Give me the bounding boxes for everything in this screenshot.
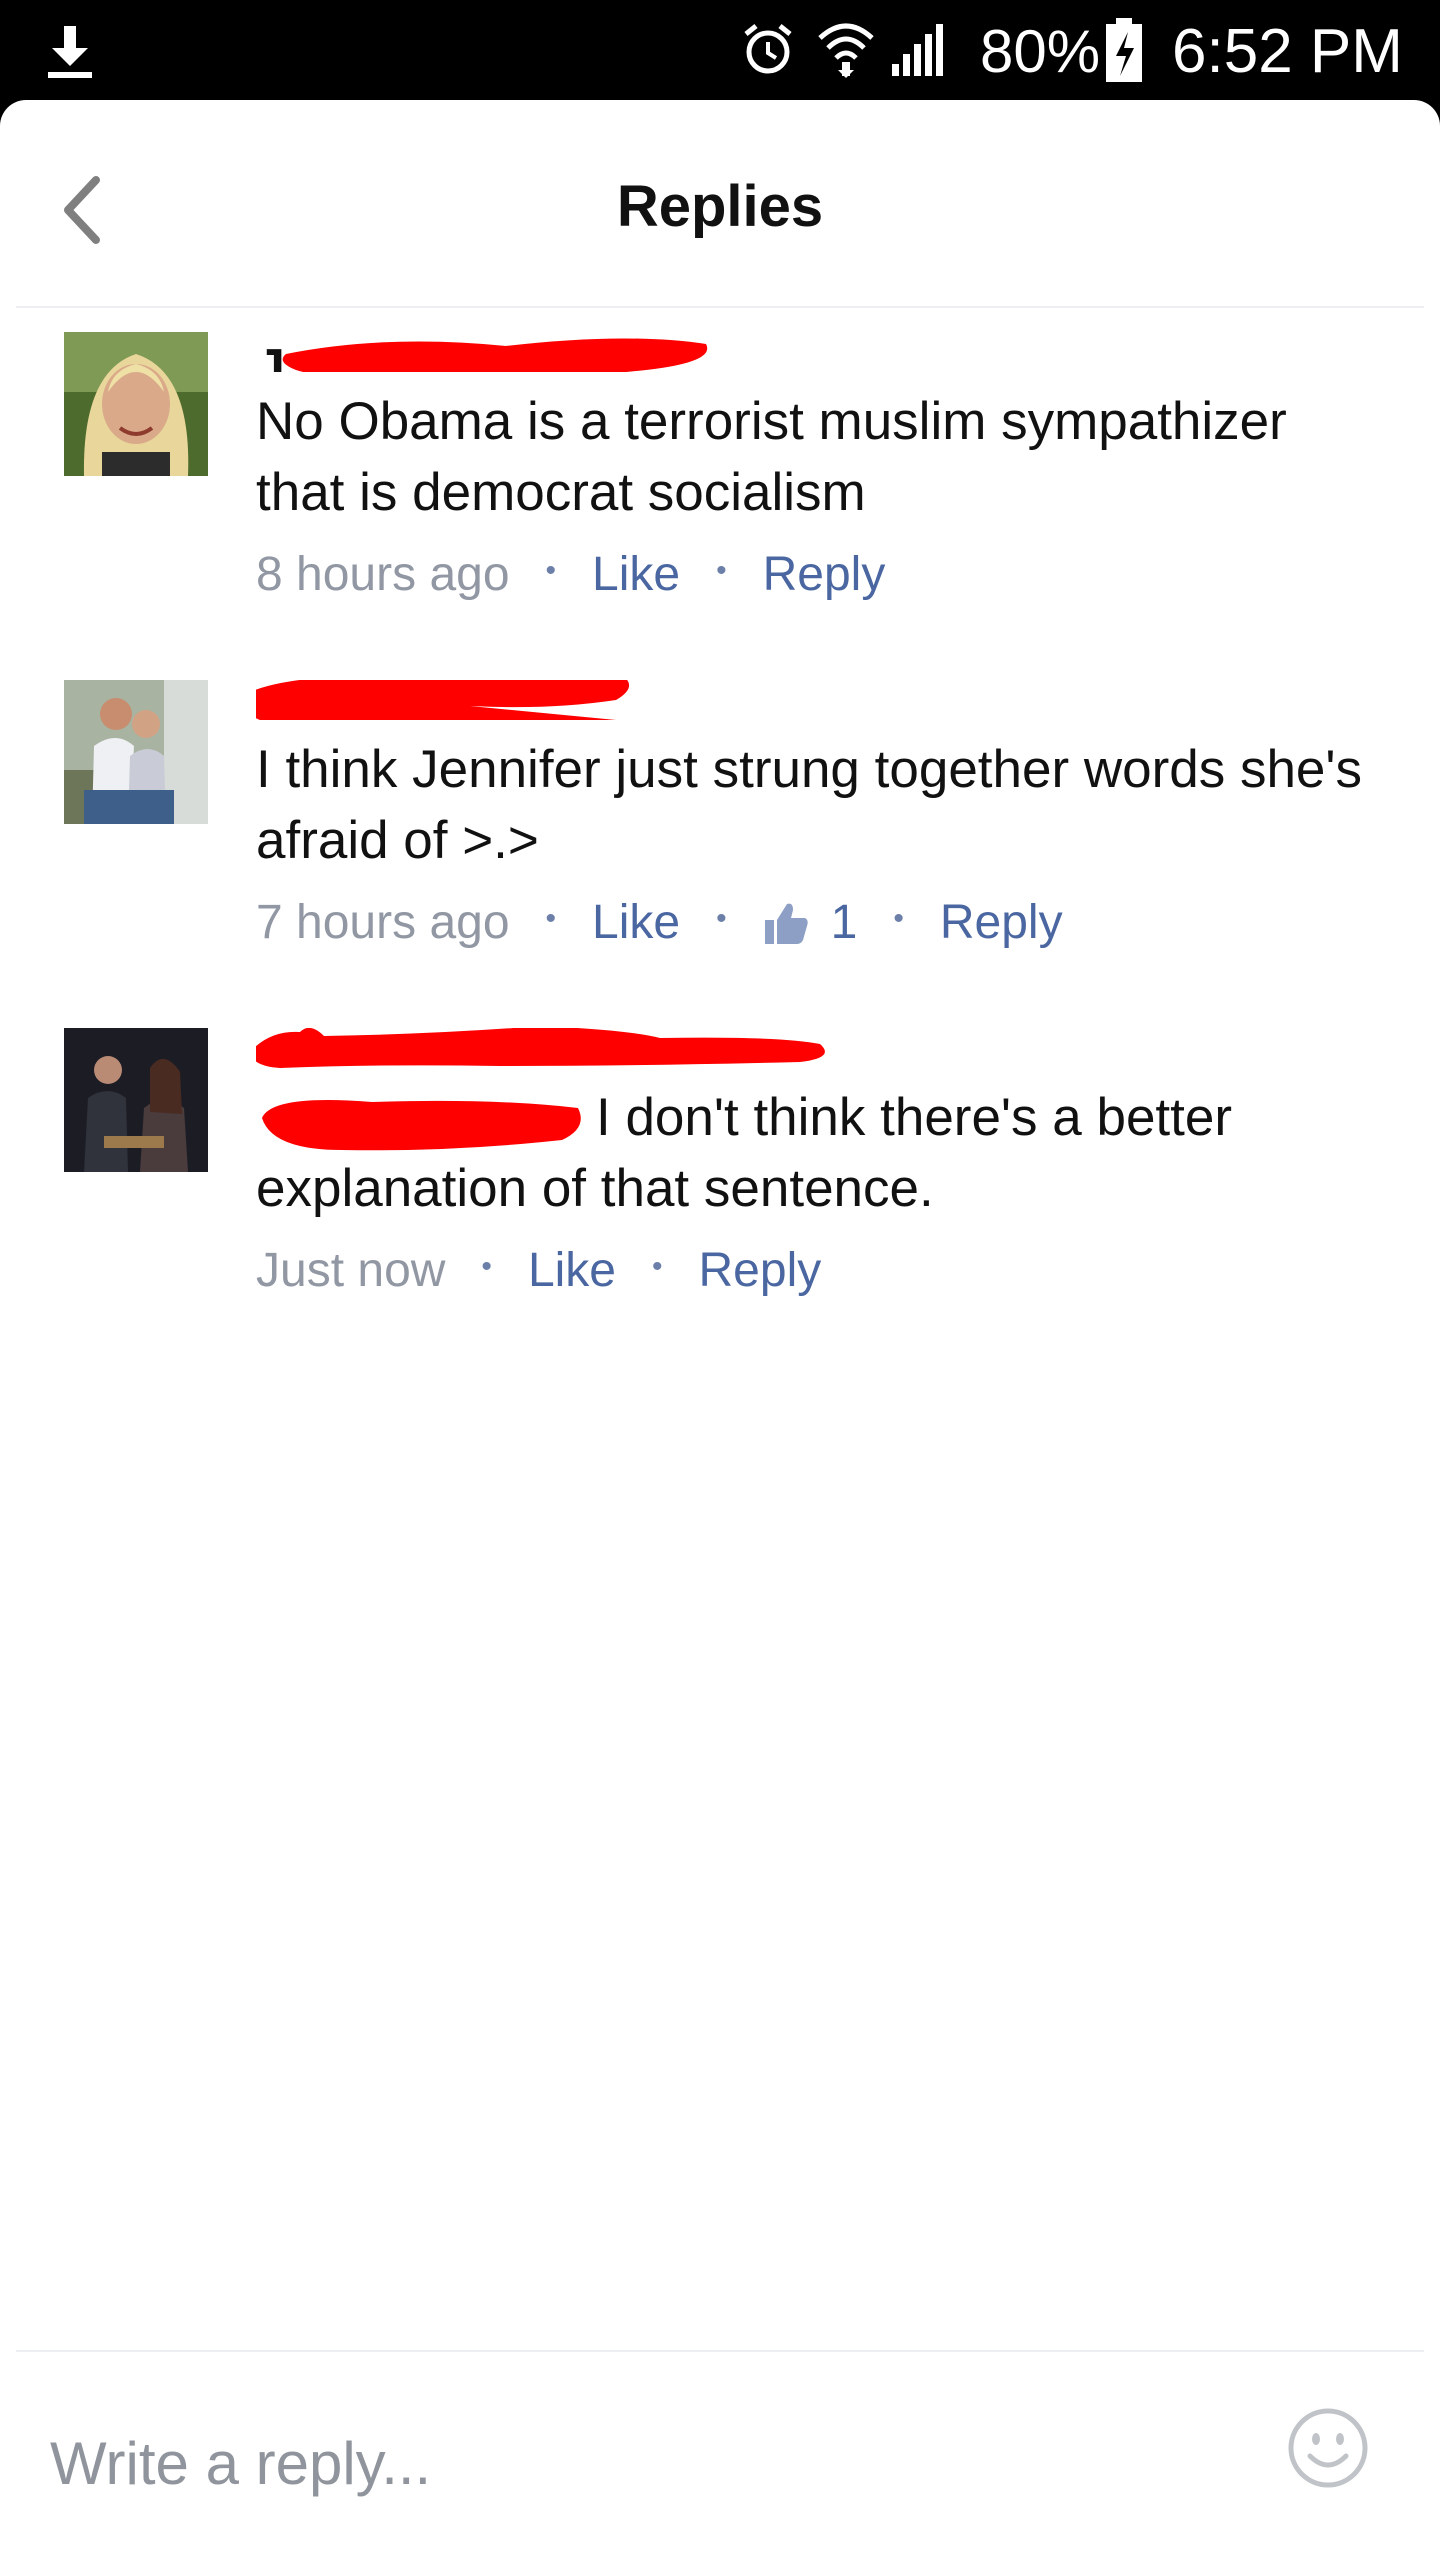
redaction-scribble bbox=[282, 338, 708, 372]
like-button[interactable]: Like bbox=[592, 540, 680, 610]
battery-percent: 80% bbox=[980, 18, 1101, 85]
comment-body: I think Jennifer just strung together wo… bbox=[256, 680, 1376, 958]
page-title: Replies bbox=[616, 174, 824, 239]
comment-text: I think Jennifer just strung together wo… bbox=[256, 740, 1363, 870]
header: Replies bbox=[0, 100, 1440, 308]
separator-dot: • bbox=[481, 1250, 492, 1283]
wifi-icon bbox=[818, 23, 874, 78]
comment-text: I don't think there's a better explanati… bbox=[256, 1082, 1376, 1224]
separator-dot: • bbox=[652, 1250, 663, 1283]
download-icon bbox=[48, 26, 92, 78]
like-button[interactable]: Like bbox=[592, 888, 680, 958]
separator-dot: • bbox=[545, 902, 557, 935]
comment-meta: 7 hours ago • Like • 1 • Reply bbox=[256, 888, 1376, 958]
author-name[interactable] bbox=[256, 680, 1376, 720]
alarm-icon bbox=[744, 24, 792, 74]
redaction-scribble bbox=[256, 1028, 825, 1068]
redaction-scribble bbox=[256, 680, 629, 720]
comment-text: No Obama is a terrorist muslim sympathiz… bbox=[256, 392, 1287, 522]
redaction-scribble bbox=[262, 1100, 581, 1151]
comment-timestamp: 8 hours ago bbox=[256, 548, 510, 601]
smiley-icon[interactable] bbox=[1286, 2406, 1370, 2490]
separator-dot: • bbox=[716, 554, 727, 587]
avatar[interactable] bbox=[64, 332, 208, 476]
comment-meta: Just now • Like • Reply bbox=[256, 1236, 1376, 1306]
separator-dot: • bbox=[893, 902, 904, 935]
reply-button[interactable]: Reply bbox=[763, 540, 886, 610]
separator-dot: • bbox=[716, 902, 727, 935]
comment-timestamp: Just now bbox=[256, 1244, 446, 1297]
like-count-value: 1 bbox=[830, 896, 858, 949]
like-button[interactable]: Like bbox=[528, 1236, 616, 1306]
avatar[interactable] bbox=[64, 1028, 208, 1172]
status-bar: 80% 6:52 PM bbox=[0, 0, 1440, 100]
replies-sheet: Replies J No Obama is a terrorist muslim… bbox=[0, 100, 1440, 2560]
author-name[interactable] bbox=[256, 1028, 1376, 1068]
reply-button[interactable]: Reply bbox=[940, 888, 1063, 958]
avatar[interactable] bbox=[64, 680, 208, 824]
composer-divider bbox=[16, 2350, 1424, 2352]
status-time: 6:52 PM bbox=[1172, 17, 1403, 86]
reply-button[interactable]: Reply bbox=[699, 1236, 822, 1306]
comment-body: I don't think there's a better explanati… bbox=[256, 1028, 1376, 1306]
comment-timestamp: 7 hours ago bbox=[256, 896, 510, 949]
like-count[interactable]: 1 bbox=[763, 888, 858, 958]
signal-icon bbox=[892, 24, 943, 76]
comment-meta: 8 hours ago • Like • Reply bbox=[256, 540, 1376, 610]
author-name[interactable]: J bbox=[256, 332, 1376, 372]
separator-dot: • bbox=[545, 554, 557, 587]
reply-input[interactable] bbox=[48, 2412, 1232, 2514]
thumbs-up-icon bbox=[764, 903, 808, 944]
header-divider bbox=[16, 306, 1424, 308]
comment-body: J No Obama is a terrorist muslim sympath… bbox=[256, 332, 1376, 610]
battery-icon bbox=[1106, 18, 1142, 82]
